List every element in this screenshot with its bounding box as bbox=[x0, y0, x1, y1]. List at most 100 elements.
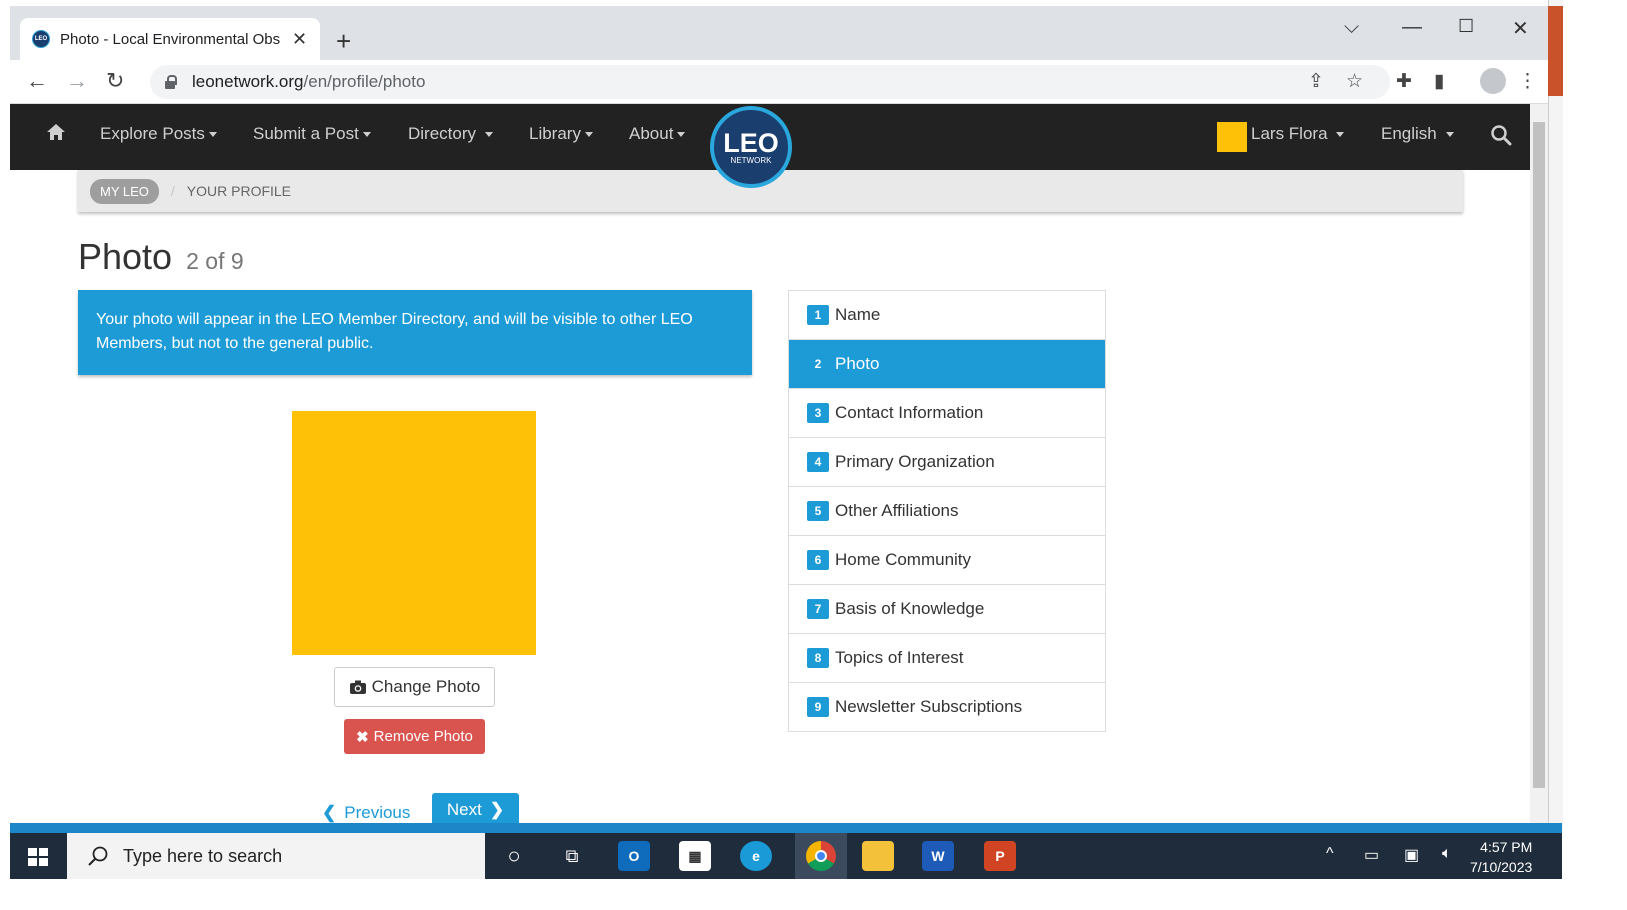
window-close-icon[interactable]: ✕ bbox=[1512, 16, 1529, 41]
step-label: Primary Organization bbox=[835, 452, 995, 471]
taskbar-search-field[interactable]: Type here to search bbox=[67, 833, 485, 879]
step-item-other-affiliations[interactable]: 5 Other Affiliations bbox=[789, 486, 1105, 535]
caret-down-icon bbox=[1336, 132, 1345, 138]
file-explorer-icon[interactable] bbox=[862, 841, 894, 871]
tab-title: Photo - Local Environmental Obs bbox=[60, 30, 281, 48]
leo-favicon-icon: LEO bbox=[32, 30, 50, 48]
edge-icon[interactable]: e bbox=[740, 841, 772, 871]
step-item-basis-of-knowledge[interactable]: 7 Basis of Knowledge bbox=[789, 584, 1105, 633]
reload-icon[interactable]: ↻ bbox=[106, 68, 124, 94]
step-label: Basis of Knowledge bbox=[835, 599, 985, 618]
user-name: Lars Flora bbox=[1251, 124, 1328, 143]
step-number: 4 bbox=[807, 452, 829, 472]
windows-taskbar: Type here to search ○ ⧉ O ▦ e W P ^ ▭ ▣ … bbox=[10, 833, 1562, 879]
home-icon[interactable] bbox=[46, 122, 66, 142]
cortana-icon[interactable]: ○ bbox=[498, 841, 530, 871]
new-tab-icon[interactable]: + bbox=[336, 26, 351, 57]
remove-photo-button[interactable]: ✖ Remove Photo bbox=[344, 719, 485, 754]
windows-start-icon[interactable] bbox=[28, 848, 48, 866]
leo-network-logo[interactable]: LEO NETWORK bbox=[710, 106, 792, 188]
nav-submit-post[interactable]: Submit a Post bbox=[253, 124, 371, 144]
browser-tab[interactable]: LEO Photo - Local Environmental Obs ✕ bbox=[20, 18, 320, 60]
nav-explore-posts[interactable]: Explore Posts bbox=[100, 124, 217, 144]
battery-icon[interactable]: ▭ bbox=[1364, 845, 1379, 865]
logo-subtext: NETWORK bbox=[730, 155, 772, 165]
network-icon[interactable]: ▣ bbox=[1404, 845, 1419, 865]
chrome-icon-center bbox=[815, 850, 827, 862]
user-menu[interactable]: Lars Flora bbox=[1251, 124, 1345, 144]
profile-photo bbox=[292, 411, 536, 655]
bookmark-star-icon[interactable]: ☆ bbox=[1346, 70, 1363, 93]
maximize-icon[interactable]: ☐ bbox=[1458, 16, 1474, 37]
microsoft-store-icon[interactable]: ▦ bbox=[679, 841, 711, 871]
site-navbar: Explore Posts Submit a Post Directory Li… bbox=[10, 104, 1530, 188]
side-panel-icon[interactable]: ▮ bbox=[1434, 70, 1444, 93]
step-item-newsletter-subscriptions[interactable]: 9 Newsletter Subscriptions bbox=[789, 682, 1105, 731]
user-avatar[interactable] bbox=[1217, 122, 1247, 152]
address-bar[interactable]: leonetwork.org/en/profile/photo bbox=[150, 65, 1390, 99]
step-number: 9 bbox=[807, 697, 829, 717]
nav-library[interactable]: Library bbox=[529, 124, 593, 144]
language-label: English bbox=[1381, 124, 1437, 143]
breadcrumb-separator: / bbox=[170, 183, 175, 199]
change-photo-button[interactable]: Change Photo bbox=[334, 667, 495, 707]
page-scrollbar[interactable] bbox=[1530, 104, 1548, 824]
step-number: 8 bbox=[807, 648, 829, 668]
word-icon[interactable]: W bbox=[922, 841, 954, 871]
forward-icon[interactable]: → bbox=[66, 68, 88, 94]
url-host: leonetwork.org bbox=[192, 72, 304, 91]
back-icon[interactable]: ← bbox=[26, 68, 48, 94]
nav-explore-posts-label: Explore Posts bbox=[100, 124, 205, 143]
screen-bottom-margin bbox=[0, 879, 1627, 910]
tab-search-chevron-icon[interactable]: ⌵ bbox=[1344, 16, 1359, 39]
nav-directory[interactable]: Directory bbox=[408, 124, 493, 144]
step-number: 2 bbox=[814, 357, 822, 371]
breadcrumb-your-profile: YOUR PROFILE bbox=[186, 183, 292, 199]
background-window-edge bbox=[1548, 0, 1563, 830]
powerpoint-icon[interactable]: P bbox=[984, 841, 1016, 871]
nav-submit-post-label: Submit a Post bbox=[253, 124, 359, 143]
step-label: Home Community bbox=[835, 550, 972, 569]
taskbar-clock[interactable]: 4:57 PM 7/10/2023 bbox=[1470, 837, 1532, 877]
step-label: Newsletter Subscriptions bbox=[835, 697, 1023, 716]
profile-avatar-icon[interactable] bbox=[1480, 68, 1506, 94]
share-icon[interactable]: ⇪ bbox=[1308, 70, 1324, 93]
step-number: 1 bbox=[807, 305, 829, 325]
step-item-name[interactable]: 1 Name bbox=[789, 291, 1105, 339]
close-tab-icon[interactable]: ✕ bbox=[292, 29, 307, 50]
step-indicator: 2 of 9 bbox=[186, 248, 244, 274]
chrome-taskbar-button[interactable] bbox=[795, 833, 847, 879]
lock-icon[interactable] bbox=[164, 75, 177, 89]
step-item-primary-organization[interactable]: 4 Primary Organization bbox=[789, 437, 1105, 486]
step-item-contact-information[interactable]: 3 Contact Information bbox=[789, 388, 1105, 437]
step-item-topics-of-interest[interactable]: 8 Topics of Interest bbox=[789, 633, 1105, 682]
chrome-icon bbox=[806, 841, 836, 871]
extensions-puzzle-icon[interactable]: ✚ bbox=[1396, 70, 1412, 93]
step-item-home-community[interactable]: 6 Home Community bbox=[789, 535, 1105, 584]
step-label: Name bbox=[835, 305, 881, 324]
step-number: 3 bbox=[807, 403, 829, 423]
step-label: Photo bbox=[835, 354, 880, 373]
search-icon[interactable] bbox=[1490, 124, 1512, 146]
caret-down-icon bbox=[1445, 132, 1454, 138]
language-menu[interactable]: English bbox=[1381, 124, 1454, 144]
nav-about[interactable]: About bbox=[629, 124, 686, 144]
scrollbar-thumb[interactable] bbox=[1533, 122, 1545, 788]
next-button[interactable]: Next ❯ bbox=[432, 793, 519, 827]
previous-label: Previous bbox=[344, 803, 411, 822]
logo-text: LEO bbox=[723, 127, 779, 158]
page-title-text: Photo bbox=[78, 236, 173, 277]
outlook-icon[interactable]: O bbox=[618, 841, 650, 871]
taskbar-search-placeholder: Type here to search bbox=[123, 845, 283, 866]
volume-icon[interactable]: 🔈︎ bbox=[1442, 845, 1452, 863]
show-hidden-icons-chevron-icon[interactable]: ^ bbox=[1326, 845, 1334, 863]
profile-steps-list: 1 Name 2 Photo 3 Contact Information 4 Prima… bbox=[788, 290, 1106, 732]
step-item-photo[interactable]: 2 Photo bbox=[789, 339, 1105, 388]
breadcrumb-my-leo[interactable]: MY LEO bbox=[90, 178, 159, 204]
clock-date: 7/10/2023 bbox=[1470, 859, 1533, 875]
minimize-icon[interactable]: — bbox=[1402, 16, 1422, 39]
step-label: Topics of Interest bbox=[835, 648, 964, 667]
browser-menu-icon[interactable]: ⋮ bbox=[1518, 70, 1537, 93]
chevron-left-icon: ❮ bbox=[322, 803, 337, 822]
task-view-icon[interactable]: ⧉ bbox=[556, 841, 588, 871]
